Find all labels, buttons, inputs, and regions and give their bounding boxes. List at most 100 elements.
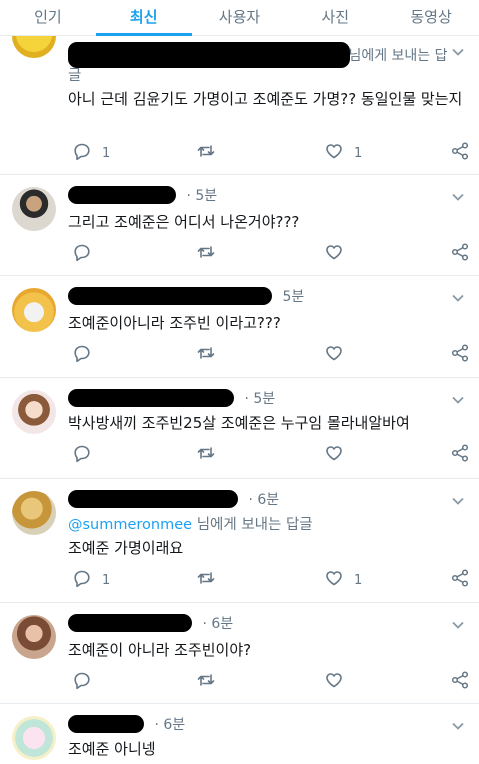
redacted-username — [68, 715, 144, 733]
tweet-actions — [68, 444, 473, 466]
redacted-username — [68, 490, 238, 508]
share-button[interactable] — [450, 243, 470, 265]
tweet-header: · 6분 — [68, 613, 233, 633]
reply-icon — [72, 343, 92, 367]
retweet-icon — [196, 568, 216, 592]
retweet-button[interactable] — [196, 142, 216, 164]
retweet-icon — [196, 670, 216, 694]
redacted-username — [68, 186, 176, 204]
chevron-down-icon[interactable] — [451, 44, 465, 58]
reply-button[interactable] — [72, 671, 102, 693]
avatar[interactable] — [12, 615, 56, 659]
share-button[interactable] — [450, 569, 470, 591]
tab-photos[interactable]: 사진 — [287, 0, 383, 35]
retweet-button[interactable] — [196, 243, 216, 265]
share-button[interactable] — [450, 671, 470, 693]
tweet-actions — [68, 243, 473, 265]
tweet[interactable]: 5분 조예준이아니라 조주빈 이라고??? — [0, 276, 479, 378]
share-icon — [450, 568, 470, 592]
reply-to-line: @summeronmee 님에게 보내는 답글 — [68, 513, 313, 534]
tweet-header: 님에게 보내는 답 — [68, 42, 448, 68]
tweet-header: 5분 — [68, 286, 304, 306]
avatar[interactable] — [12, 716, 56, 760]
reply-count: 1 — [102, 145, 111, 161]
tweet[interactable]: · 5분 그리고 조예준은 어디서 나온거야??? — [0, 175, 479, 276]
chevron-down-icon[interactable] — [451, 617, 465, 631]
heart-icon — [324, 242, 344, 266]
reply-button[interactable]: 1 — [72, 569, 110, 591]
tweet-header: · 6분 — [68, 489, 279, 509]
retweet-icon — [196, 343, 216, 367]
active-tab-indicator — [96, 33, 192, 36]
heart-icon — [324, 141, 344, 165]
chevron-down-icon[interactable] — [451, 392, 465, 406]
reply-icon — [72, 670, 92, 694]
tweet-actions — [68, 344, 473, 366]
avatar[interactable] — [12, 390, 56, 434]
tab-videos[interactable]: 동영상 — [383, 0, 479, 35]
tweet-header: · 5분 — [68, 388, 275, 408]
retweet-button[interactable] — [196, 569, 216, 591]
search-tabs: 인기 최신 사용자 사진 동영상 — [0, 0, 479, 36]
share-button[interactable] — [450, 344, 470, 366]
tab-people[interactable]: 사용자 — [192, 0, 288, 35]
heart-icon — [324, 568, 344, 592]
tweet-time: · 5분 — [244, 391, 276, 407]
tweet-actions: 1 1 — [68, 142, 473, 164]
chevron-down-icon[interactable] — [451, 718, 465, 732]
like-button[interactable]: 1 — [324, 569, 362, 591]
retweet-icon — [196, 141, 216, 165]
reply-icon — [72, 141, 92, 165]
share-icon — [450, 443, 470, 467]
like-button[interactable]: 1 — [324, 142, 362, 164]
tweet-text: 조예준이아니라 조주빈 이라고??? — [68, 314, 281, 332]
tab-latest[interactable]: 최신 — [96, 0, 192, 35]
like-button[interactable] — [324, 444, 354, 466]
tab-top[interactable]: 인기 — [0, 0, 96, 35]
share-button[interactable] — [450, 444, 470, 466]
tweet[interactable]: · 6분 조예준이 아니라 조주빈이야? — [0, 603, 479, 704]
heart-icon — [324, 343, 344, 367]
retweet-button[interactable] — [196, 444, 216, 466]
like-button[interactable] — [324, 344, 354, 366]
reply-button[interactable] — [72, 344, 102, 366]
like-button[interactable] — [324, 671, 354, 693]
avatar[interactable] — [12, 491, 56, 535]
reply-button[interactable] — [72, 243, 102, 265]
redacted-username — [68, 287, 272, 305]
chevron-down-icon[interactable] — [451, 189, 465, 203]
retweet-icon — [196, 443, 216, 467]
chevron-down-icon[interactable] — [451, 290, 465, 304]
tweet[interactable]: · 6분 조예준 아니넹 — [0, 704, 479, 764]
tweet[interactable]: 님에게 보내는 답 글 아니 근데 김윤기도 가명이고 조예준도 가명?? 동일… — [0, 14, 479, 175]
tweet-actions — [68, 671, 473, 693]
avatar[interactable] — [12, 288, 56, 332]
tweet-time: · 6분 — [154, 717, 186, 733]
tweet-header: · 6분 — [68, 714, 185, 734]
reply-to-label: 님에게 보내는 답 — [348, 48, 448, 64]
tweet-time: · 6분 — [248, 492, 280, 508]
redacted-username — [68, 42, 350, 68]
chevron-down-icon[interactable] — [451, 493, 465, 507]
retweet-button[interactable] — [196, 344, 216, 366]
reply-to-handle[interactable]: @summeronmee — [68, 517, 192, 533]
reply-icon — [72, 443, 92, 467]
retweet-button[interactable] — [196, 671, 216, 693]
share-icon — [450, 242, 470, 266]
reply-button[interactable]: 1 — [72, 142, 110, 164]
tweet-time: 5분 — [282, 289, 305, 305]
like-button[interactable] — [324, 243, 354, 265]
reply-count: 1 — [102, 572, 111, 588]
tweet[interactable]: · 6분 @summeronmee 님에게 보내는 답글 조예준 가명이래요 1… — [0, 479, 479, 603]
avatar[interactable] — [12, 187, 56, 231]
reply-button[interactable] — [72, 444, 102, 466]
reply-icon — [72, 242, 92, 266]
tweet-time: · 6분 — [202, 616, 234, 632]
tweet-text: 조예준이 아니라 조주빈이야? — [68, 641, 252, 659]
heart-icon — [324, 670, 344, 694]
redacted-username — [68, 614, 192, 632]
share-icon — [450, 670, 470, 694]
tweet[interactable]: · 5분 박사방새끼 조주빈25살 조예준은 누구임 몰라내알바여 — [0, 378, 479, 479]
share-button[interactable] — [450, 142, 470, 164]
tweet-text: 그리고 조예준은 어디서 나온거야??? — [68, 213, 300, 231]
